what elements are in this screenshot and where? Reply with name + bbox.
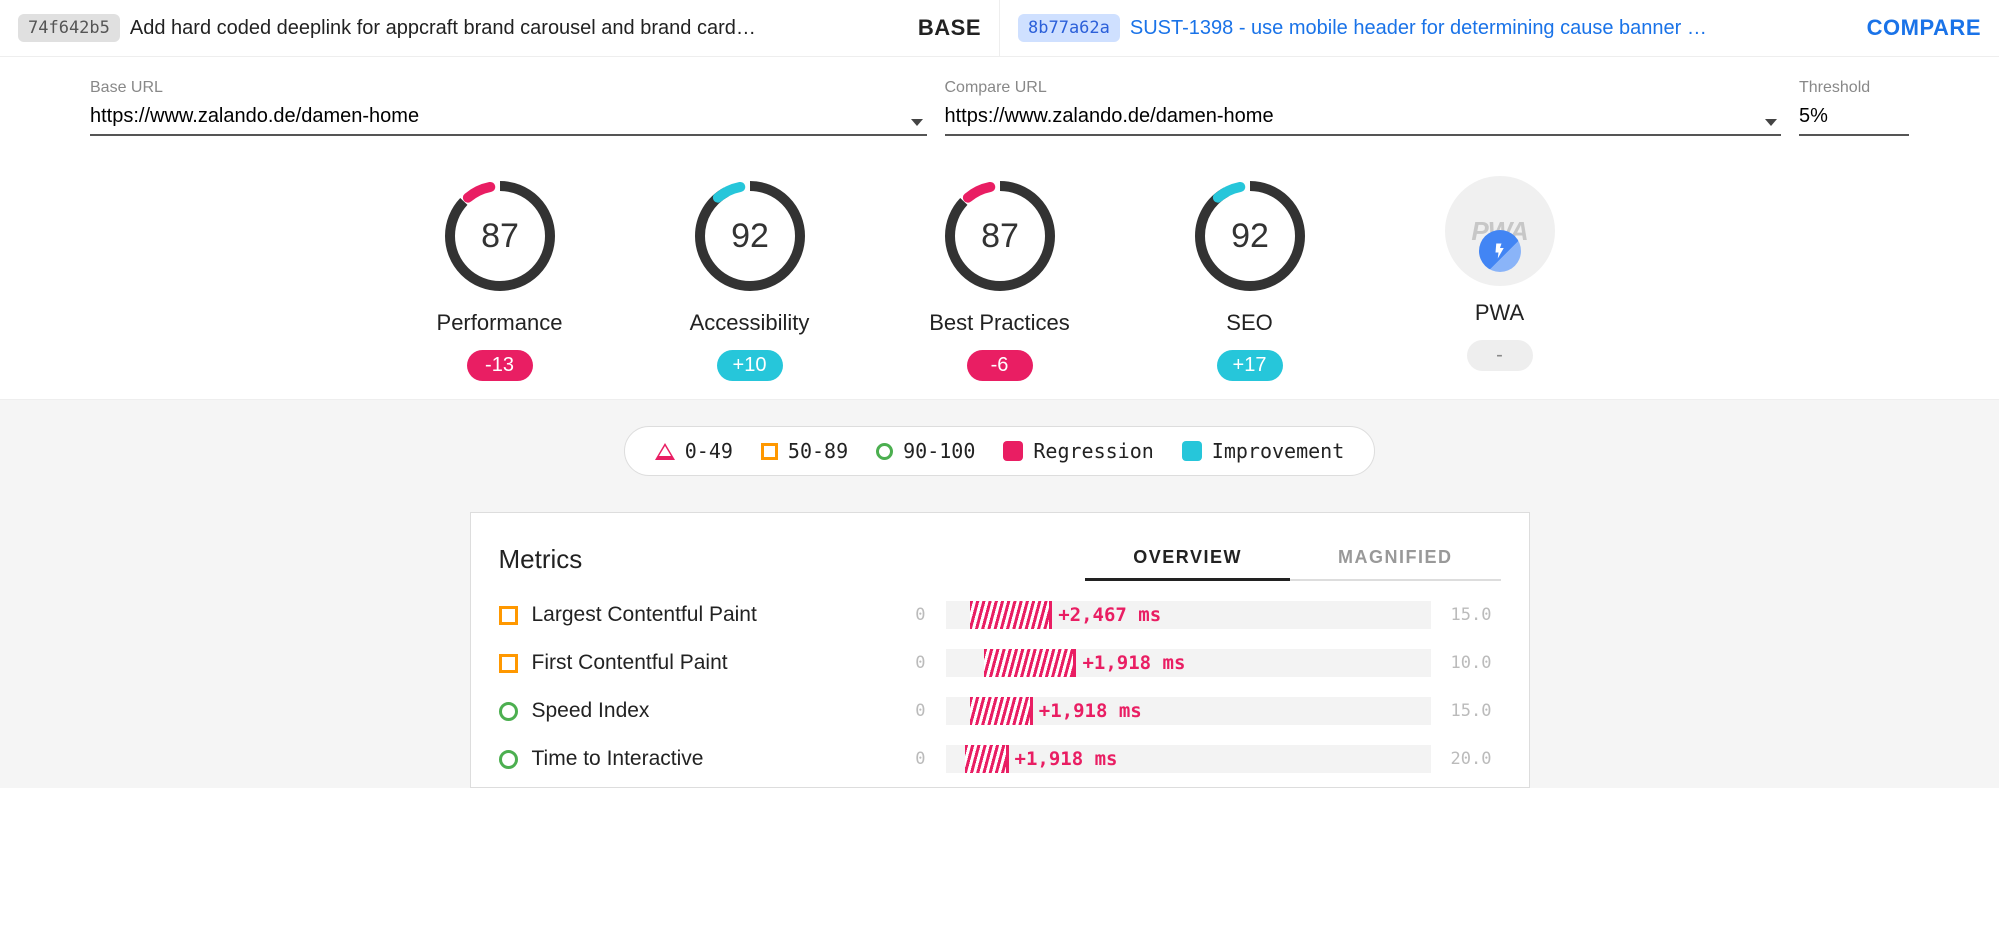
legend-range-avg: 50-89	[761, 439, 848, 463]
tab-overview[interactable]: OVERVIEW	[1085, 537, 1290, 581]
base-commit-hash: 74f642b5	[18, 14, 120, 42]
header-compare: 8b77a62a SUST-1398 - use mobile header f…	[999, 0, 1999, 56]
regression-swatch-icon	[1003, 441, 1023, 461]
metric-name: First Contentful Paint	[532, 651, 862, 675]
base-label: BASE	[918, 15, 981, 41]
metric-axis-min: 0	[876, 605, 926, 625]
metric-delta: +1,918 ms	[1009, 748, 1118, 770]
legend-regression-text: Regression	[1033, 439, 1153, 463]
gauge-score: 87	[481, 217, 519, 255]
metric-row: Speed Index 0 +1,918 ms 15.0	[499, 697, 1501, 725]
gauge-label: SEO	[1226, 310, 1272, 336]
circle-icon	[499, 702, 518, 721]
metric-row: First Contentful Paint 0 +1,918 ms 10.0	[499, 649, 1501, 677]
metrics-title: Metrics	[499, 544, 1086, 575]
metric-name: Speed Index	[532, 699, 862, 723]
gauge-performance: 87 Performance -13	[405, 176, 595, 381]
threshold-field[interactable]: Threshold	[1799, 79, 1909, 136]
threshold-input[interactable]	[1799, 101, 1909, 136]
score-legend: 0-49 50-89 90-100 Regression Improvement	[624, 426, 1376, 476]
gauge-ring: 87	[440, 176, 560, 296]
metric-bar: +1,918 ms	[946, 697, 1431, 725]
gauge-score: 92	[731, 217, 769, 255]
legend-range-avg-text: 50-89	[788, 439, 848, 463]
legend-range-fail-text: 0-49	[685, 439, 733, 463]
gauge-delta: +10	[717, 350, 783, 381]
base-commit-message: Add hard coded deeplink for appcraft bra…	[130, 17, 908, 40]
gauge-delta: -	[1467, 340, 1533, 371]
threshold-label: Threshold	[1799, 79, 1909, 97]
metric-bar: +2,467 ms	[946, 601, 1431, 629]
legend-range-pass-text: 90-100	[903, 439, 975, 463]
compare-commit-hash: 8b77a62a	[1018, 14, 1120, 42]
compare-url-label: Compare URL	[945, 79, 1782, 97]
improvement-swatch-icon	[1182, 441, 1202, 461]
metric-bar: +1,918 ms	[946, 649, 1431, 677]
score-gauges: 87 Performance -13 92 Accessibility +10 87 Best…	[0, 146, 1999, 399]
base-url-label: Base URL	[90, 79, 927, 97]
gauge-delta: -13	[467, 350, 533, 381]
gauge-delta: -6	[967, 350, 1033, 381]
metric-axis-min: 0	[876, 653, 926, 673]
gauge-accessibility: 92 Accessibility +10	[655, 176, 845, 381]
metric-axis-max: 15.0	[1451, 701, 1501, 721]
gauge-ring: 92	[690, 176, 810, 296]
legend-range-pass: 90-100	[876, 439, 975, 463]
header-base: 74f642b5 Add hard coded deeplink for app…	[0, 0, 999, 56]
gauge-seo: 92 SEO +17	[1155, 176, 1345, 381]
compare-url-field[interactable]: Compare URL	[945, 79, 1782, 136]
metric-delta: +1,918 ms	[1033, 700, 1142, 722]
compare-header: 74f642b5 Add hard coded deeplink for app…	[0, 0, 1999, 57]
circle-icon	[876, 443, 893, 460]
metric-axis-min: 0	[876, 701, 926, 721]
gauge-ring: 87	[940, 176, 1060, 296]
metrics-tabs: OVERVIEW MAGNIFIED	[1085, 537, 1500, 581]
square-icon	[761, 443, 778, 460]
legend-improvement-text: Improvement	[1212, 439, 1344, 463]
gauge-score: 92	[1231, 217, 1269, 255]
gauge-label: PWA	[1475, 300, 1524, 326]
below-section: 0-49 50-89 90-100 Regression Improvement…	[0, 399, 1999, 788]
gauge-score: 87	[981, 217, 1019, 255]
square-icon	[499, 606, 518, 625]
metric-row: Time to Interactive 0 +1,918 ms 20.0	[499, 745, 1501, 773]
tab-magnified[interactable]: MAGNIFIED	[1290, 537, 1501, 581]
metric-delta: +1,918 ms	[1076, 652, 1185, 674]
metric-bar: +1,918 ms	[946, 745, 1431, 773]
legend-improvement: Improvement	[1182, 439, 1344, 463]
gauge-bestpractices: 87 Best Practices -6	[905, 176, 1095, 381]
gauge-label: Performance	[437, 310, 563, 336]
circle-icon	[499, 750, 518, 769]
triangle-icon	[655, 443, 675, 460]
gauge-ring: 92	[1190, 176, 1310, 296]
url-row: Base URL Compare URL Threshold	[0, 57, 1999, 146]
metric-axis-max: 10.0	[1451, 653, 1501, 673]
bolt-icon	[1479, 230, 1521, 272]
base-url-input[interactable]	[90, 101, 927, 136]
gauge-delta: +17	[1217, 350, 1283, 381]
metric-row: Largest Contentful Paint 0 +2,467 ms 15.0	[499, 601, 1501, 629]
gauge-pwa: PWA PWA -	[1405, 176, 1595, 381]
metric-delta: +2,467 ms	[1052, 604, 1161, 626]
metric-name: Time to Interactive	[532, 747, 862, 771]
metric-name: Largest Contentful Paint	[532, 603, 862, 627]
metric-axis-max: 20.0	[1451, 749, 1501, 769]
compare-label[interactable]: COMPARE	[1867, 15, 1981, 41]
legend-regression: Regression	[1003, 439, 1153, 463]
pwa-badge: PWA	[1445, 176, 1555, 286]
base-url-field[interactable]: Base URL	[90, 79, 927, 136]
legend-range-fail: 0-49	[655, 439, 733, 463]
metric-axis-min: 0	[876, 749, 926, 769]
metrics-panel: Metrics OVERVIEW MAGNIFIED Largest Conte…	[470, 512, 1530, 788]
gauge-label: Best Practices	[929, 310, 1070, 336]
compare-commit-message[interactable]: SUST-1398 - use mobile header for determ…	[1130, 17, 1857, 40]
square-icon	[499, 654, 518, 673]
chevron-down-icon[interactable]	[911, 119, 923, 126]
gauge-label: Accessibility	[690, 310, 810, 336]
metric-axis-max: 15.0	[1451, 605, 1501, 625]
compare-url-input[interactable]	[945, 101, 1782, 136]
chevron-down-icon[interactable]	[1765, 119, 1777, 126]
